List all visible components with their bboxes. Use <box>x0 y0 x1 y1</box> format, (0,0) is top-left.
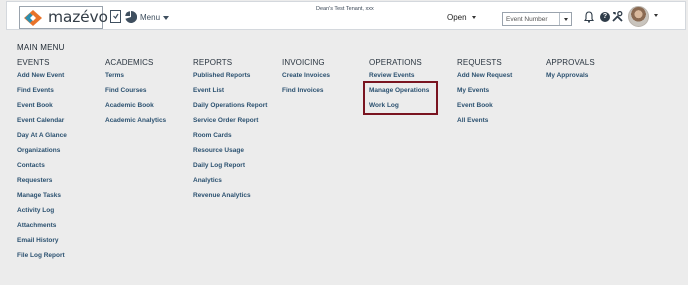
menu-link[interactable]: Published Reports <box>193 72 267 87</box>
menu-column-heading: REQUESTS <box>457 58 502 67</box>
help-icon[interactable]: ? <box>600 12 610 22</box>
menu-column-heading: INVOICING <box>282 58 325 67</box>
menu-column-academics: ACADEMICS Terms Find Courses Academic Book A… <box>105 58 166 132</box>
menu-link-list: Add New Request My Events Event Book All Ev… <box>457 72 512 132</box>
menu-link[interactable]: Daily Operations Report <box>193 102 267 117</box>
bookmark-icon[interactable] <box>110 10 121 23</box>
menu-link[interactable]: Event Book <box>17 102 67 117</box>
menu-column-heading: ACADEMICS <box>105 58 154 67</box>
menu-column-events: EVENTS Add New Event Find Events Event Book… <box>17 58 67 267</box>
app-logo[interactable]: mazévo <box>19 6 108 29</box>
logo-mark-icon <box>24 10 42 26</box>
logo-text: mazévo <box>48 8 108 26</box>
menu-link[interactable]: Manage Tasks <box>17 192 67 207</box>
menu-link[interactable]: Terms <box>105 72 166 87</box>
main-menu-title: MAIN MENU <box>17 43 65 52</box>
menu-link[interactable]: Event List <box>193 87 267 102</box>
menu-column-heading: REPORTS <box>193 58 233 67</box>
menu-link[interactable]: File Log Report <box>17 252 67 267</box>
menu-link-list: Add New Event Find Events Event Book Event … <box>17 72 67 267</box>
tools-icon[interactable] <box>612 11 623 22</box>
menu-link[interactable]: All Events <box>457 117 512 132</box>
menu-link[interactable]: Resource Usage <box>193 147 267 162</box>
top-bar: mazévo Menu Dean's Test Tenant, xxx Open… <box>6 1 686 30</box>
menu-column-heading: EVENTS <box>17 58 50 67</box>
chevron-down-icon <box>563 17 568 21</box>
menu-link[interactable]: Day At A Glance <box>17 132 67 147</box>
menu-column-heading: OPERATIONS <box>369 58 422 67</box>
menu-link[interactable]: Service Order Report <box>193 117 267 132</box>
status-value: Open <box>447 13 467 22</box>
menu-link[interactable]: Academic Book <box>105 102 166 117</box>
menu-link-list: Create Invoices Find Invoices <box>282 72 330 102</box>
menu-link[interactable]: Find Courses <box>105 87 166 102</box>
search-dropdown-button[interactable] <box>559 13 571 25</box>
menu-link-list: Terms Find Courses Academic Book Academic A… <box>105 72 166 132</box>
menu-link[interactable]: Add New Event <box>17 72 67 87</box>
menu-link[interactable]: Event Book <box>457 102 512 117</box>
menu-link[interactable]: Requesters <box>17 177 67 192</box>
chevron-down-icon[interactable] <box>654 14 658 17</box>
menu-button[interactable]: Menu <box>140 11 170 24</box>
menu-link[interactable]: Organizations <box>17 147 67 162</box>
menu-link[interactable]: Daily Log Report <box>193 162 267 177</box>
tenant-name: Dean's Test Tenant, xxx <box>316 6 374 12</box>
menu-link[interactable]: Create Invoices <box>282 72 330 87</box>
menu-link[interactable]: My Approvals <box>546 72 595 87</box>
avatar[interactable] <box>628 6 649 27</box>
menu-link[interactable]: Event Calendar <box>17 117 67 132</box>
menu-link-list: Published Reports Event List Daily Operati… <box>193 72 267 207</box>
chevron-down-icon <box>471 16 476 19</box>
menu-link[interactable]: Academic Analytics <box>105 117 166 132</box>
bell-icon[interactable] <box>584 11 594 23</box>
event-number-input[interactable] <box>506 13 556 25</box>
menu-link-list: My Approvals <box>546 72 595 87</box>
menu-column-approvals: APPROVALS My Approvals <box>546 58 595 87</box>
menu-column-requests: REQUESTS Add New Request My Events Event Bo… <box>457 58 512 132</box>
menu-link[interactable]: Email History <box>17 237 67 252</box>
menu-link[interactable]: Analytics <box>193 177 267 192</box>
chevron-down-icon <box>163 16 170 20</box>
menu-link[interactable]: Add New Request <box>457 72 512 87</box>
menu-column-reports: REPORTS Published Reports Event List Daily … <box>193 58 267 207</box>
menu-label: Menu <box>140 13 161 22</box>
menu-column-heading: APPROVALS <box>546 58 595 67</box>
menu-link[interactable]: Attachments <box>17 222 67 237</box>
menu-link[interactable]: Room Cards <box>193 132 267 147</box>
menu-link[interactable]: Find Events <box>17 87 67 102</box>
status-select[interactable]: Open <box>447 13 476 22</box>
menu-link[interactable]: Activity Log <box>17 207 67 222</box>
menu-link[interactable]: Revenue Analytics <box>193 192 267 207</box>
pie-chart-icon[interactable] <box>125 11 137 23</box>
menu-link[interactable]: Find Invoices <box>282 87 330 102</box>
highlight-box <box>363 81 438 115</box>
event-number-search <box>502 12 572 26</box>
menu-link[interactable]: Contacts <box>17 162 67 177</box>
menu-link[interactable]: My Events <box>457 87 512 102</box>
menu-column-invoicing: INVOICING Create Invoices Find Invoices <box>282 58 330 102</box>
